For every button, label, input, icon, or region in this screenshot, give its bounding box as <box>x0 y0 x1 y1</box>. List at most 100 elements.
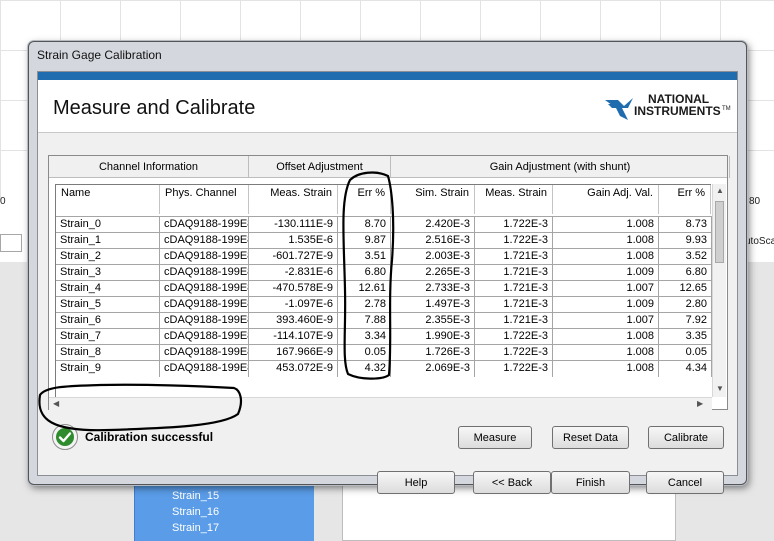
reset-data-button[interactable]: Reset Data <box>552 426 629 449</box>
cell-name[interactable]: Strain_7 <box>56 329 160 345</box>
cell-name[interactable]: Strain_0 <box>56 217 160 233</box>
cell-gain-adj-val[interactable]: 1.007 <box>553 313 659 329</box>
cell-sim-strain[interactable]: 2.265E-3 <box>391 265 475 281</box>
cell-phys-channel[interactable]: cDAQ9188-199E8 <box>160 233 249 249</box>
cell-offset-meas-strain[interactable]: 1.535E-6 <box>249 233 338 249</box>
cell-phys-channel[interactable]: cDAQ9188-199E8 <box>160 313 249 329</box>
background-input-field[interactable] <box>0 234 22 252</box>
cell-gain-meas-strain[interactable]: 1.722E-3 <box>475 233 553 249</box>
cell-offset-err[interactable]: 3.51 <box>338 249 391 265</box>
finish-button[interactable]: Finish <box>551 471 630 494</box>
cell-gain-err[interactable]: 2.80 <box>659 297 712 313</box>
cell-gain-adj-val[interactable]: 1.009 <box>553 265 659 281</box>
table-row[interactable]: Strain_4 cDAQ9188-199E8 -470.578E-9 12.6… <box>56 280 712 297</box>
cell-phys-channel[interactable]: cDAQ9188-199E8 <box>160 345 249 361</box>
cell-offset-meas-strain[interactable]: -470.578E-9 <box>249 281 338 297</box>
list-item[interactable]: Strain_16 <box>172 506 219 518</box>
cell-sim-strain[interactable]: 2.733E-3 <box>391 281 475 297</box>
table-row[interactable]: Strain_6 cDAQ9188-199E8 393.460E-9 7.88 … <box>56 312 712 329</box>
table-row[interactable]: Strain_9 cDAQ9188-199E8 453.072E-9 4.32 … <box>56 360 712 377</box>
cell-offset-meas-strain[interactable]: -1.097E-6 <box>249 297 338 313</box>
scroll-left-icon[interactable]: ◀ <box>53 399 59 409</box>
cell-sim-strain[interactable]: 1.990E-3 <box>391 329 475 345</box>
cell-gain-meas-strain[interactable]: 1.722E-3 <box>475 361 553 377</box>
table-row[interactable]: Strain_5 cDAQ9188-199E8 -1.097E-6 2.78 1… <box>56 296 712 313</box>
cell-gain-meas-strain[interactable]: 1.721E-3 <box>475 281 553 297</box>
cell-gain-err[interactable]: 12.65 <box>659 281 712 297</box>
help-button[interactable]: Help <box>377 471 455 494</box>
cell-sim-strain[interactable]: 1.726E-3 <box>391 345 475 361</box>
table-row[interactable]: Strain_3 cDAQ9188-199E8 -2.831E-6 6.80 2… <box>56 264 712 281</box>
cell-offset-meas-strain[interactable]: 453.072E-9 <box>249 361 338 377</box>
cell-gain-err[interactable]: 8.73 <box>659 217 712 233</box>
cell-phys-channel[interactable]: cDAQ9188-199E8 <box>160 297 249 313</box>
cell-gain-err[interactable]: 3.35 <box>659 329 712 345</box>
table-row[interactable]: Strain_8 cDAQ9188-199E8 167.966E-9 0.05 … <box>56 344 712 361</box>
cancel-button[interactable]: Cancel <box>646 471 724 494</box>
vertical-scroll-thumb[interactable] <box>715 201 724 263</box>
table-horizontal-scrollbar[interactable]: ◀ ▶ <box>49 397 712 410</box>
table-vertical-scrollbar[interactable]: ▲ ▼ <box>712 184 726 397</box>
cell-offset-err[interactable]: 2.78 <box>338 297 391 313</box>
cell-gain-err[interactable]: 0.05 <box>659 345 712 361</box>
cell-gain-meas-strain[interactable]: 1.721E-3 <box>475 249 553 265</box>
cell-gain-meas-strain[interactable]: 1.721E-3 <box>475 297 553 313</box>
cell-gain-err[interactable]: 4.34 <box>659 361 712 377</box>
cell-name[interactable]: Strain_3 <box>56 265 160 281</box>
cell-gain-err[interactable]: 9.93 <box>659 233 712 249</box>
list-item[interactable]: Strain_15 <box>172 490 219 502</box>
cell-offset-meas-strain[interactable]: 167.966E-9 <box>249 345 338 361</box>
cell-sim-strain[interactable]: 2.003E-3 <box>391 249 475 265</box>
table-row[interactable]: Strain_1 cDAQ9188-199E8 1.535E-6 9.87 2.… <box>56 232 712 249</box>
cell-gain-meas-strain[interactable]: 1.722E-3 <box>475 345 553 361</box>
cell-phys-channel[interactable]: cDAQ9188-199E8 <box>160 329 249 345</box>
cell-gain-meas-strain[interactable]: 1.722E-3 <box>475 329 553 345</box>
cell-gain-err[interactable]: 3.52 <box>659 249 712 265</box>
cell-gain-adj-val[interactable]: 1.008 <box>553 345 659 361</box>
cell-sim-strain[interactable]: 1.497E-3 <box>391 297 475 313</box>
cell-phys-channel[interactable]: cDAQ9188-199E8 <box>160 249 249 265</box>
cell-name[interactable]: Strain_1 <box>56 233 160 249</box>
cell-gain-adj-val[interactable]: 1.008 <box>553 329 659 345</box>
table-row[interactable]: Strain_7 cDAQ9188-199E8 -114.107E-9 3.34… <box>56 328 712 345</box>
cell-offset-err[interactable]: 8.70 <box>338 217 391 233</box>
cell-gain-err[interactable]: 6.80 <box>659 265 712 281</box>
cell-sim-strain[interactable]: 2.355E-3 <box>391 313 475 329</box>
cell-offset-meas-strain[interactable]: -114.107E-9 <box>249 329 338 345</box>
cell-offset-meas-strain[interactable]: 393.460E-9 <box>249 313 338 329</box>
cell-name[interactable]: Strain_8 <box>56 345 160 361</box>
cell-offset-err[interactable]: 9.87 <box>338 233 391 249</box>
cell-gain-adj-val[interactable]: 1.008 <box>553 361 659 377</box>
scroll-down-icon[interactable]: ▼ <box>716 384 724 394</box>
table-row[interactable]: Strain_0 cDAQ9188-199E8 -130.111E-9 8.70… <box>56 216 712 233</box>
cell-offset-meas-strain[interactable]: -2.831E-6 <box>249 265 338 281</box>
cell-offset-err[interactable]: 3.34 <box>338 329 391 345</box>
scroll-up-icon[interactable]: ▲ <box>716 186 724 196</box>
cell-offset-meas-strain[interactable]: -130.111E-9 <box>249 217 338 233</box>
cell-offset-meas-strain[interactable]: -601.727E-9 <box>249 249 338 265</box>
cell-gain-err[interactable]: 7.92 <box>659 313 712 329</box>
cell-sim-strain[interactable]: 2.516E-3 <box>391 233 475 249</box>
cell-gain-meas-strain[interactable]: 1.721E-3 <box>475 265 553 281</box>
cell-phys-channel[interactable]: cDAQ9188-199E8 <box>160 361 249 377</box>
cell-gain-adj-val[interactable]: 1.008 <box>553 217 659 233</box>
cell-gain-adj-val[interactable]: 1.007 <box>553 281 659 297</box>
cell-name[interactable]: Strain_5 <box>56 297 160 313</box>
measure-button[interactable]: Measure <box>458 426 532 449</box>
table-row[interactable]: Strain_2 cDAQ9188-199E8 -601.727E-9 3.51… <box>56 248 712 265</box>
cell-sim-strain[interactable]: 2.420E-3 <box>391 217 475 233</box>
cell-name[interactable]: Strain_9 <box>56 361 160 377</box>
cell-offset-err[interactable]: 7.88 <box>338 313 391 329</box>
cell-name[interactable]: Strain_2 <box>56 249 160 265</box>
cell-sim-strain[interactable]: 2.069E-3 <box>391 361 475 377</box>
cell-gain-adj-val[interactable]: 1.008 <box>553 233 659 249</box>
scroll-right-icon[interactable]: ▶ <box>697 399 703 409</box>
cell-name[interactable]: Strain_4 <box>56 281 160 297</box>
cell-offset-err[interactable]: 12.61 <box>338 281 391 297</box>
cell-name[interactable]: Strain_6 <box>56 313 160 329</box>
cell-offset-err[interactable]: 4.32 <box>338 361 391 377</box>
cell-offset-err[interactable]: 0.05 <box>338 345 391 361</box>
cell-gain-adj-val[interactable]: 1.008 <box>553 249 659 265</box>
cell-phys-channel[interactable]: cDAQ9188-199E8 <box>160 265 249 281</box>
cell-offset-err[interactable]: 6.80 <box>338 265 391 281</box>
